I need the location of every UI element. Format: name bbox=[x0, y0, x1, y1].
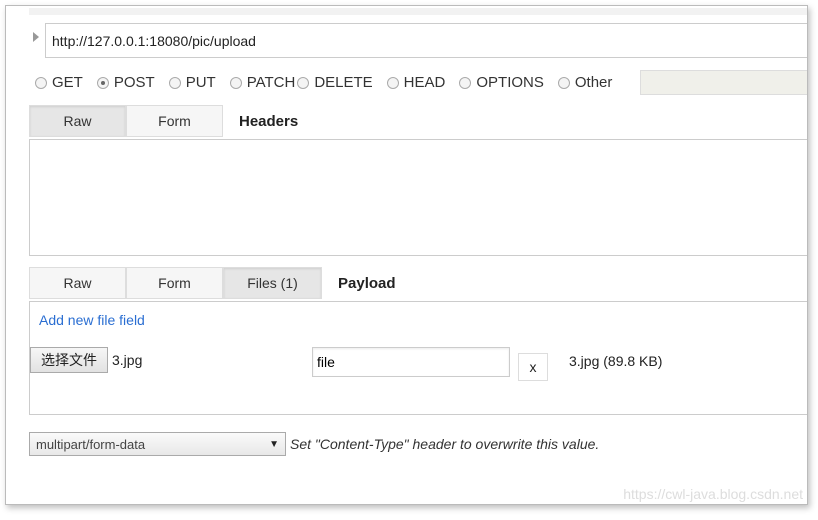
top-strip bbox=[29, 8, 807, 15]
chevron-down-icon: ▼ bbox=[269, 438, 279, 450]
radio-circle[interactable] bbox=[386, 76, 399, 89]
radio-circle[interactable] bbox=[229, 76, 242, 89]
headers-label: Headers bbox=[239, 112, 299, 130]
request-editor: GET POST PUT PATCH DELETE HEAD OPTIONS Other Ra… bbox=[5, 5, 808, 505]
payload-tabs: Raw Form Files (1) Payload bbox=[29, 267, 396, 299]
tab-headers-raw[interactable]: Raw bbox=[29, 105, 126, 137]
method-radio-head[interactable]: HEAD bbox=[386, 74, 446, 91]
radio-circle[interactable] bbox=[557, 76, 570, 89]
headers-tabs: Raw Form Headers bbox=[29, 105, 298, 137]
method-radio-post[interactable]: POST bbox=[96, 74, 155, 91]
payload-label: Payload bbox=[338, 274, 396, 292]
files-panel: Add new file field 选择文件 3.jpg x 3.jpg (8… bbox=[29, 301, 807, 415]
tab-payload-raw[interactable]: Raw bbox=[29, 267, 126, 299]
headers-textarea[interactable] bbox=[29, 139, 807, 256]
file-info: 3.jpg (89.8 KB) bbox=[569, 353, 663, 369]
method-label: Other bbox=[574, 74, 613, 91]
method-radio-get[interactable]: GET bbox=[35, 74, 83, 91]
method-radio-options[interactable]: OPTIONS bbox=[459, 74, 544, 91]
expand-triangle-icon[interactable] bbox=[33, 32, 39, 42]
method-radio-patch[interactable]: PATCH bbox=[229, 74, 296, 91]
method-label: PUT bbox=[185, 74, 216, 91]
tab-payload-form[interactable]: Form bbox=[126, 267, 223, 299]
add-file-field-link[interactable]: Add new file field bbox=[39, 312, 145, 328]
remove-file-field-button[interactable]: x bbox=[518, 353, 548, 381]
method-label: DELETE bbox=[314, 74, 373, 91]
method-radio-delete[interactable]: DELETE bbox=[297, 74, 373, 91]
method-radio-other[interactable]: Other bbox=[557, 74, 613, 91]
url-input[interactable] bbox=[45, 23, 807, 58]
content-type-select[interactable]: multipart/form-data ▼ bbox=[29, 432, 286, 456]
method-label: GET bbox=[52, 74, 83, 91]
choose-file-button[interactable]: 选择文件 bbox=[30, 347, 108, 373]
chosen-file-name: 3.jpg bbox=[112, 352, 143, 368]
watermark: https://cwl-java.blog.csdn.net bbox=[623, 486, 803, 502]
radio-circle[interactable] bbox=[459, 76, 472, 89]
method-label: HEAD bbox=[403, 74, 446, 91]
content-type-hint: Set "Content-Type" header to overwrite t… bbox=[290, 436, 600, 452]
method-label: PATCH bbox=[246, 74, 296, 91]
method-radio-put[interactable]: PUT bbox=[168, 74, 216, 91]
radio-circle[interactable] bbox=[168, 76, 181, 89]
method-label: OPTIONS bbox=[476, 74, 544, 91]
file-field-name-input[interactable] bbox=[312, 347, 510, 377]
radio-circle[interactable] bbox=[35, 76, 47, 89]
content-type-value: multipart/form-data bbox=[36, 436, 146, 452]
tab-headers-form[interactable]: Form bbox=[126, 105, 223, 137]
radio-circle[interactable] bbox=[297, 76, 310, 89]
radio-circle[interactable] bbox=[96, 76, 109, 89]
tab-payload-files[interactable]: Files (1) bbox=[223, 267, 322, 299]
method-radio-group: GET POST PUT PATCH DELETE HEAD OPTIONS Other bbox=[35, 74, 626, 91]
method-label: POST bbox=[113, 74, 155, 91]
other-method-input[interactable] bbox=[640, 70, 807, 95]
